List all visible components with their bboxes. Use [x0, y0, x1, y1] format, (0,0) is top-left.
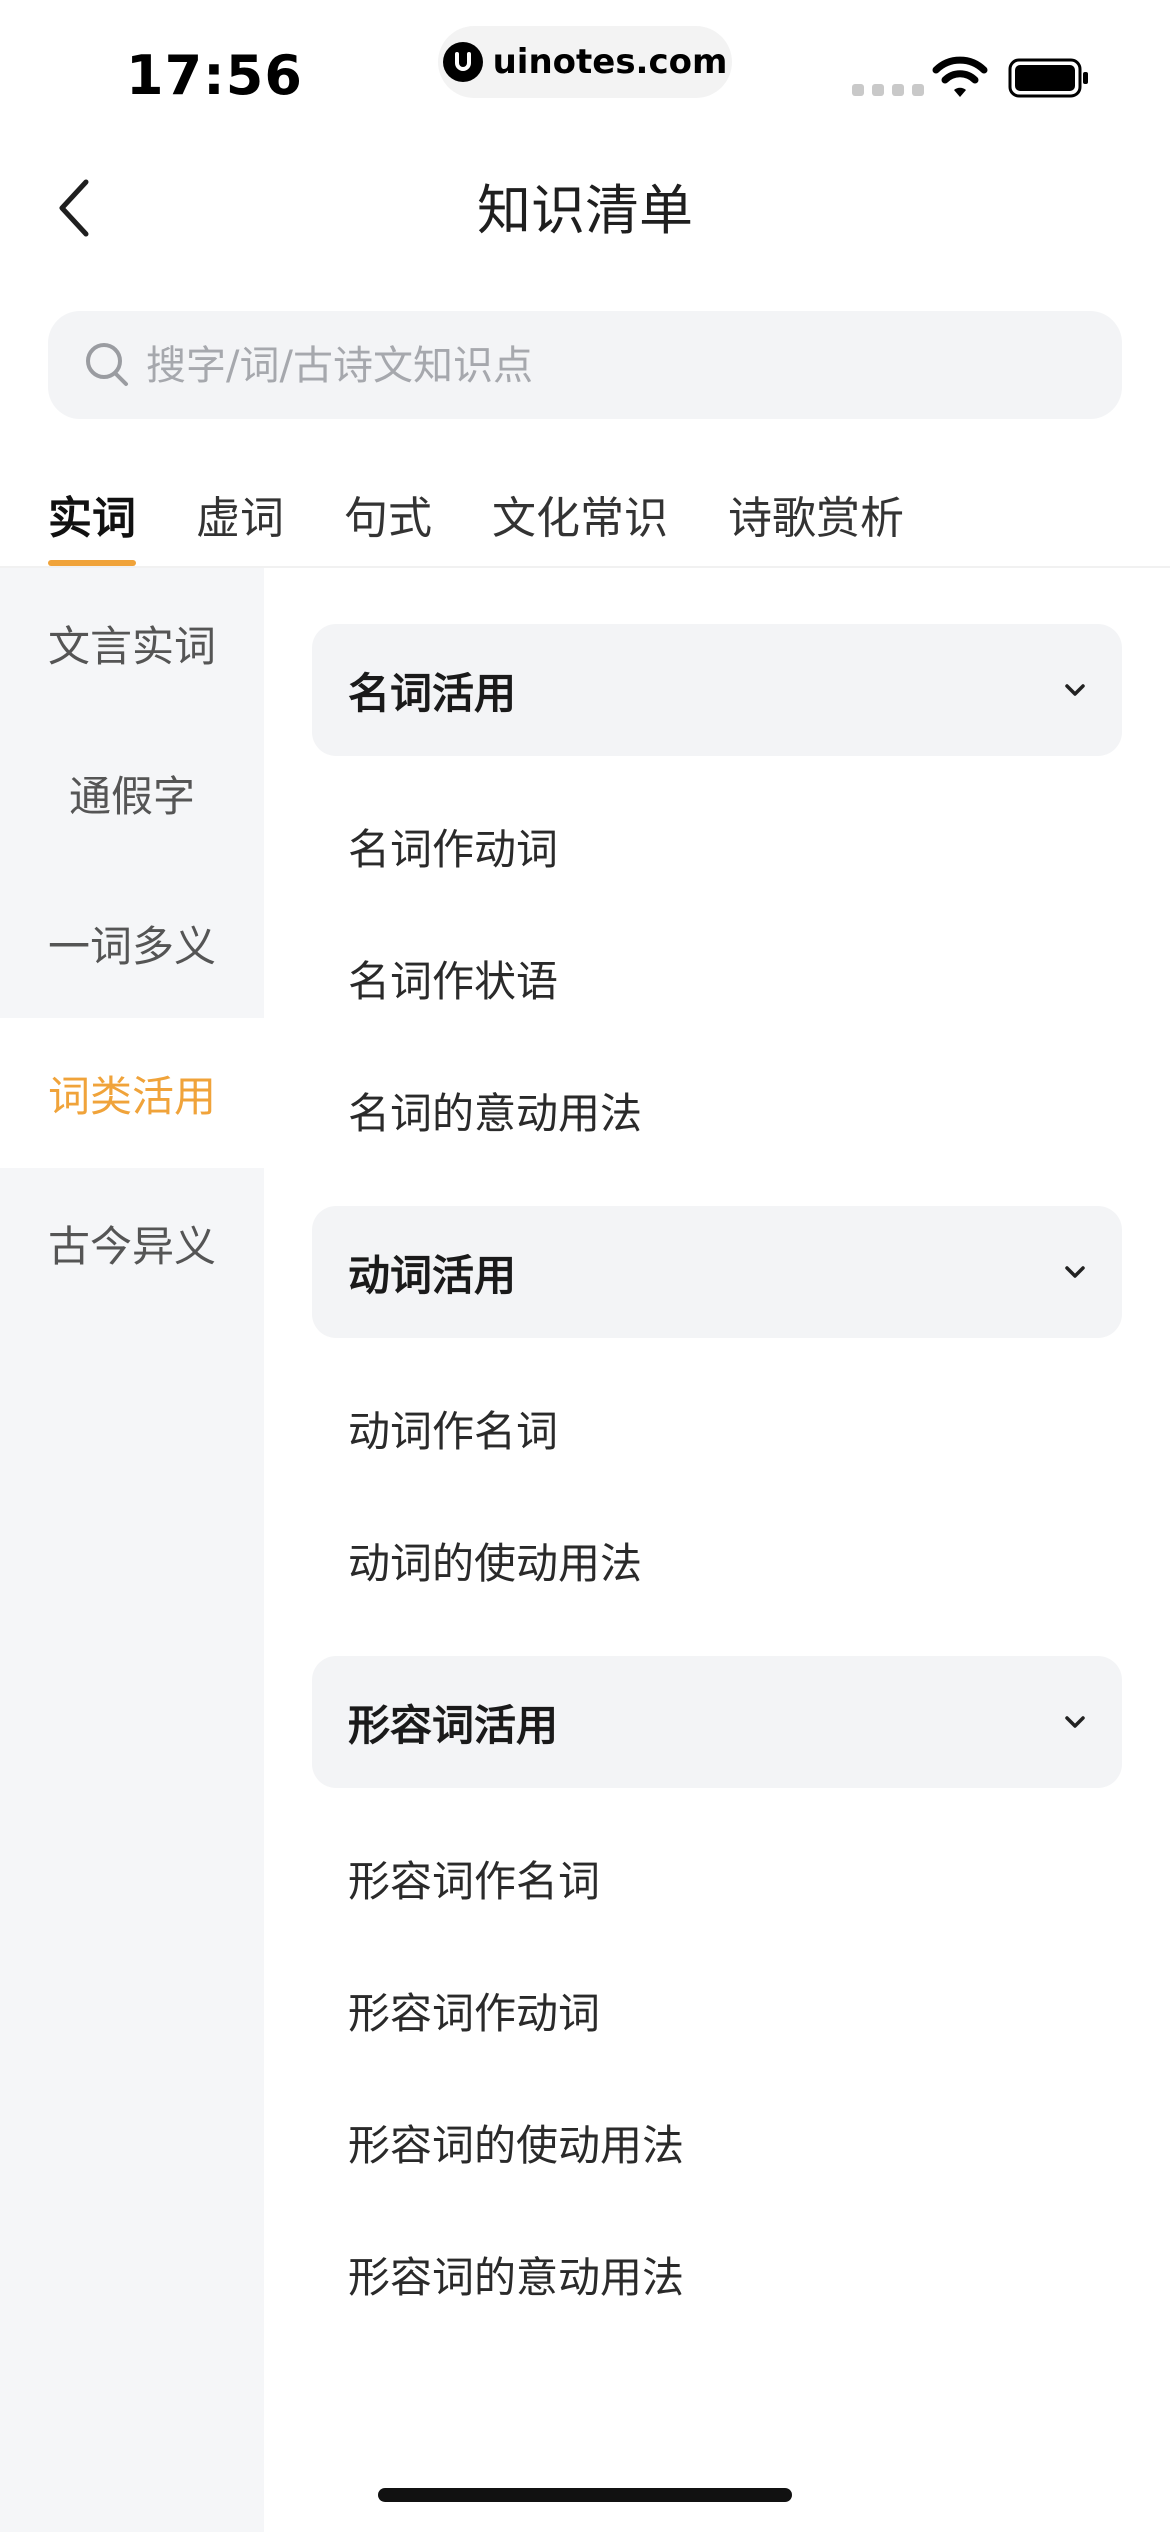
group-header-adjective[interactable]: 形容词活用: [312, 1656, 1122, 1788]
wifi-icon: [932, 56, 988, 97]
tab-shici[interactable]: 实词: [48, 482, 136, 566]
tab-jushi[interactable]: 句式: [344, 482, 432, 566]
sidebar-item-tongjiazi[interactable]: 通假字: [0, 718, 264, 868]
chevron-down-icon: [1065, 1266, 1085, 1278]
knowledge-list-screen: 17:56 uinotes.com 知识清单 搜字/词/古诗文知识点 实词 虚词…: [0, 0, 1170, 2532]
group-title: 名词活用: [348, 668, 517, 718]
list-item[interactable]: 形容词的使动用法: [312, 2076, 1122, 2208]
tab-shige-shangxi[interactable]: 诗歌赏析: [728, 482, 904, 566]
status-bar: 17:56 uinotes.com: [0, 0, 1170, 130]
list-item[interactable]: 形容词作动词: [312, 1944, 1122, 2076]
url-text: uinotes.com: [492, 42, 728, 82]
group-header-noun[interactable]: 名词活用: [312, 624, 1122, 756]
list-item[interactable]: 形容词的意动用法: [312, 2208, 1122, 2340]
chevron-down-icon: [1065, 1716, 1085, 1728]
tab-xuci[interactable]: 虚词: [196, 482, 284, 566]
sidebar-item-yici-duoyi[interactable]: 一词多义: [0, 868, 264, 1018]
battery-icon: [1008, 58, 1088, 98]
sidebar-item-cilei-huoyong[interactable]: 词类活用: [0, 1018, 264, 1168]
home-indicator[interactable]: [378, 2488, 792, 2502]
group-items-noun: 名词作动词 名词作状语 名词的意动用法: [312, 756, 1122, 1206]
group-items-verb: 动词作名词 动词的使动用法: [312, 1338, 1122, 1656]
search-input[interactable]: [144, 311, 1088, 421]
status-time: 17:56: [126, 44, 303, 107]
group-title: 动词活用: [348, 1250, 517, 1300]
page-title: 知识清单: [477, 179, 693, 242]
sidebar-item-wenyan-shici[interactable]: 文言实词: [0, 568, 264, 718]
chevron-down-icon: [1065, 684, 1085, 696]
category-tabs: 实词 虚词 句式 文化常识 诗歌赏析: [48, 482, 964, 566]
list-item[interactable]: 动词作名词: [312, 1362, 1122, 1494]
list-item[interactable]: 形容词作名词: [312, 1812, 1122, 1944]
content-list: 名词活用 名词作动词 名词作状语 名词的意动用法 动词活用 动词作名词 动词的使…: [312, 624, 1122, 2370]
sidebar: 文言实词 通假字 一词多义 词类活用 古今异义: [0, 568, 264, 2532]
list-item[interactable]: 名词作动词: [312, 780, 1122, 912]
group-header-verb[interactable]: 动词活用: [312, 1206, 1122, 1338]
list-item[interactable]: 动词的使动用法: [312, 1494, 1122, 1626]
url-pill[interactable]: uinotes.com: [438, 26, 732, 98]
group-items-adjective: 形容词作名词 形容词作动词 形容词的使动用法 形容词的意动用法: [312, 1788, 1122, 2370]
site-logo-icon: [442, 42, 483, 82]
list-item[interactable]: 名词的意动用法: [312, 1044, 1122, 1176]
search-bar[interactable]: [48, 311, 1122, 421]
signal-icon: [852, 84, 924, 96]
group-title: 形容词活用: [348, 1700, 559, 1750]
list-item[interactable]: 名词作状语: [312, 912, 1122, 1044]
sidebar-item-gujin-yiyi[interactable]: 古今异义: [0, 1168, 264, 1318]
search-icon: [86, 343, 128, 386]
tab-wenhua-changshi[interactable]: 文化常识: [492, 482, 668, 566]
